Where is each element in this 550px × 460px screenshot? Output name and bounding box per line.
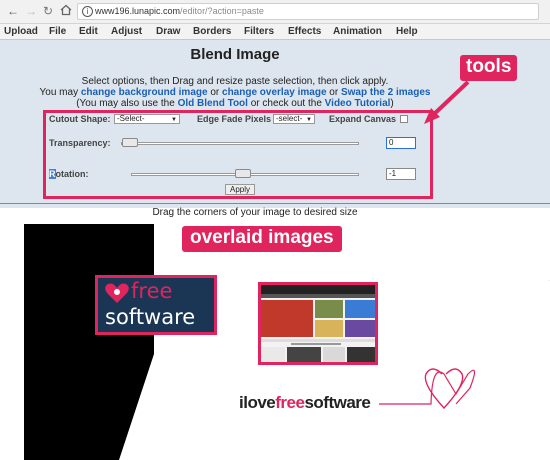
background-logo-text: ilovefreesoftware — [239, 393, 371, 412]
overlaid-images-annotation: overlaid images — [182, 226, 342, 252]
overlay-image-logo[interactable]: free software — [95, 275, 217, 335]
overlay-logo-free: free — [131, 279, 173, 303]
screenshot-thumbnail — [261, 285, 375, 362]
drag-instruction: Drag the corners of your image to desire… — [152, 207, 358, 218]
overlay-logo-software: software — [105, 305, 196, 329]
divider — [0, 203, 550, 204]
overlay-image-screenshot[interactable] — [258, 282, 378, 365]
heart-icon — [105, 283, 129, 303]
